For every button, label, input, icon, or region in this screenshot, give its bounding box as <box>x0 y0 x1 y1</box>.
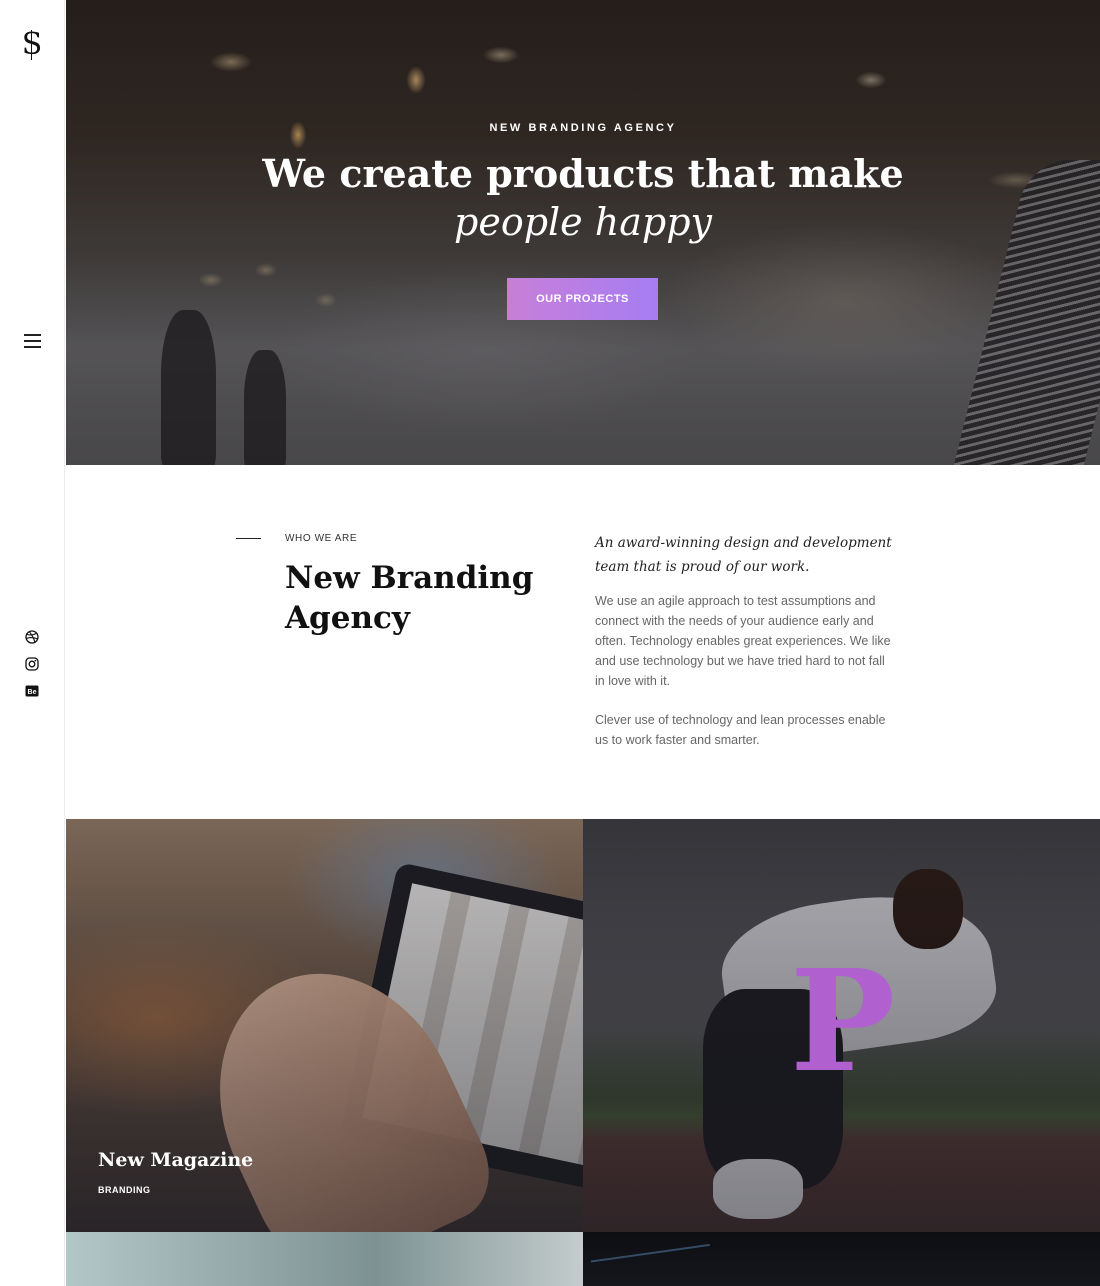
project-card-runner[interactable]: P <box>583 819 1100 1232</box>
eyebrow-line <box>236 538 261 539</box>
project-card-new-magazine[interactable]: New Magazine BRANDING <box>66 819 583 1232</box>
hero-subtitle: people happy <box>454 200 712 244</box>
screen-ui-image <box>590 1243 716 1286</box>
project-card[interactable] <box>66 1232 583 1286</box>
project-letter-logo: P <box>790 940 896 1104</box>
logo[interactable]: S <box>18 28 46 62</box>
project-card[interactable] <box>583 1232 1100 1286</box>
menu-line <box>24 340 41 342</box>
about-paragraph: We use an agile approach to test assumpt… <box>595 594 891 688</box>
project-title[interactable]: New Magazine <box>98 1149 253 1171</box>
social-links: Be <box>25 630 39 711</box>
menu-line <box>24 334 41 336</box>
instagram-icon[interactable] <box>25 657 39 671</box>
hero-title: We create products that make <box>262 151 904 196</box>
menu-line <box>24 346 41 348</box>
our-projects-button[interactable]: OUR PROJECTS <box>507 278 658 320</box>
sidebar: S Be <box>0 0 65 1286</box>
svg-text:Be: Be <box>28 689 37 696</box>
about-lead: An award-winning design and development … <box>595 535 892 575</box>
behance-icon[interactable]: Be <box>25 684 39 698</box>
hero-tagline: NEW BRANDING AGENCY <box>489 122 677 134</box>
logo-letter: S <box>21 27 43 62</box>
project-category: BRANDING <box>98 1185 151 1195</box>
about-paragraph: Clever use of technology and lean proces… <box>595 713 886 747</box>
hamburger-menu-icon[interactable] <box>24 334 41 348</box>
hero-section: NEW BRANDING AGENCY We create products t… <box>66 0 1100 465</box>
dribbble-icon[interactable] <box>25 630 39 644</box>
about-eyebrow: WHO WE ARE <box>285 533 358 544</box>
about-title: New Branding Agency <box>285 560 534 636</box>
logo-bar <box>31 30 32 60</box>
